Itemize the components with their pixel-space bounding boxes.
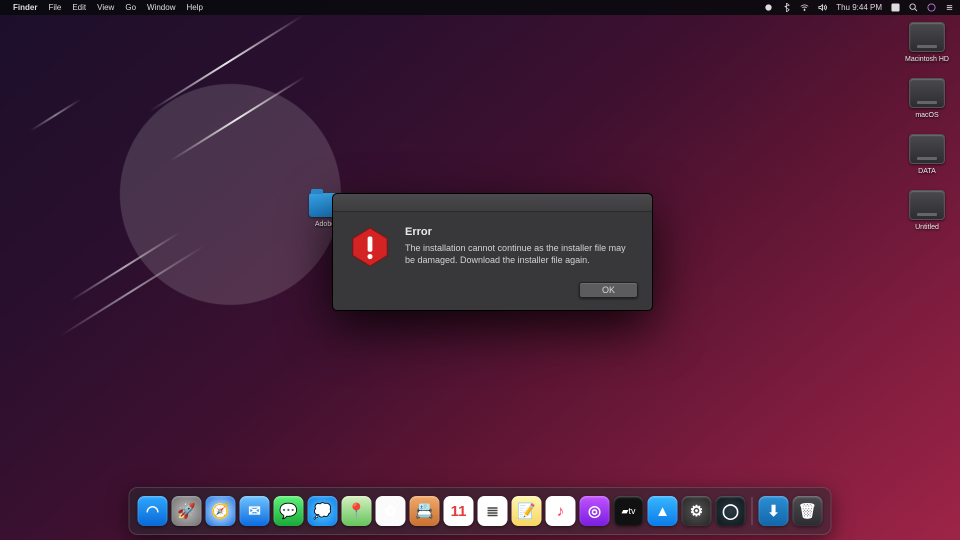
clock[interactable]: Thu 9:44 PM <box>836 3 882 12</box>
wallpaper-streak <box>29 98 81 131</box>
dock-app-podcasts[interactable]: ◎ <box>580 496 610 526</box>
desktop-drive-macos[interactable]: macOS <box>902 78 952 120</box>
dock-app-quicktime[interactable]: ◯ <box>716 496 746 526</box>
dock-app-messages[interactable]: 💬 <box>274 496 304 526</box>
dock-app-calendar[interactable]: 11 <box>444 496 474 526</box>
dialog-title: Error <box>405 226 634 238</box>
app-menu[interactable]: Finder <box>13 3 37 12</box>
dock-app-finder[interactable]: ◠ <box>138 496 168 526</box>
dialog-message: The installation cannot continue as the … <box>405 242 634 266</box>
wifi-icon[interactable] <box>800 3 809 12</box>
dock-app-appstore[interactable]: ▲ <box>648 496 678 526</box>
drive-icon <box>909 22 945 52</box>
menu-help[interactable]: Help <box>186 3 202 12</box>
wallpaper-streak <box>59 245 204 337</box>
drive-label: DATA <box>918 168 936 176</box>
dock-app-safari[interactable]: 🧭 <box>206 496 236 526</box>
menu-bar: Finder File Edit View Go Window Help Thu… <box>0 0 960 15</box>
dock-app-notes[interactable]: 📝 <box>512 496 542 526</box>
dock-app-trash[interactable]: 🗑 <box>793 496 823 526</box>
dock-app-music[interactable]: ♪ <box>546 496 576 526</box>
dock-app-reminders[interactable]: ≣ <box>478 496 508 526</box>
bluetooth-icon[interactable] <box>782 3 791 12</box>
desktop-drive-macintosh-hd[interactable]: Macintosh HD <box>902 22 952 64</box>
menu-window[interactable]: Window <box>147 3 175 12</box>
menu-edit[interactable]: Edit <box>72 3 86 12</box>
dock-app-photos[interactable]: ✿ <box>376 496 406 526</box>
dock-app-maps[interactable]: 📍 <box>342 496 372 526</box>
wallpaper-streak <box>69 231 180 302</box>
desktop-drive-data[interactable]: DATA <box>902 134 952 176</box>
dock: ◠🚀🧭✉💬💭📍✿📇11≣📝♪◎▰tv▲⚙◯ ⬇🗑 <box>129 487 832 535</box>
drive-label: Macintosh HD <box>905 56 949 64</box>
siri-icon[interactable] <box>927 3 936 12</box>
notification-center-icon[interactable] <box>945 3 954 12</box>
error-dialog: Error The installation cannot continue a… <box>332 193 653 311</box>
dock-app-settings[interactable]: ⚙ <box>682 496 712 526</box>
drive-icon <box>909 134 945 164</box>
dock-app-mail[interactable]: ✉ <box>240 496 270 526</box>
dock-app-downloads[interactable]: ⬇ <box>759 496 789 526</box>
error-icon <box>349 226 391 268</box>
menu-view[interactable]: View <box>97 3 114 12</box>
keyboard-input-icon[interactable]: A <box>891 3 900 12</box>
menu-go[interactable]: Go <box>125 3 136 12</box>
dock-app-chat[interactable]: 💭 <box>308 496 338 526</box>
dock-separator <box>752 497 753 525</box>
wallpaper-streak <box>169 75 306 161</box>
dialog-titlebar[interactable] <box>333 194 652 212</box>
ok-button[interactable]: OK <box>579 282 638 298</box>
menu-file[interactable]: File <box>48 3 61 12</box>
desktop-drive-untitled[interactable]: Untitled <box>902 190 952 232</box>
wallpaper-streak <box>149 15 303 112</box>
dock-app-tv[interactable]: ▰tv <box>614 496 644 526</box>
dock-app-launchpad[interactable]: 🚀 <box>172 496 202 526</box>
drive-icon <box>909 78 945 108</box>
volume-icon[interactable] <box>818 3 827 12</box>
spotlight-icon[interactable] <box>909 3 918 12</box>
drive-label: Untitled <box>915 224 939 232</box>
record-icon[interactable] <box>764 3 773 12</box>
drive-icon <box>909 190 945 220</box>
dock-app-contacts[interactable]: 📇 <box>410 496 440 526</box>
drive-label: macOS <box>915 112 938 120</box>
